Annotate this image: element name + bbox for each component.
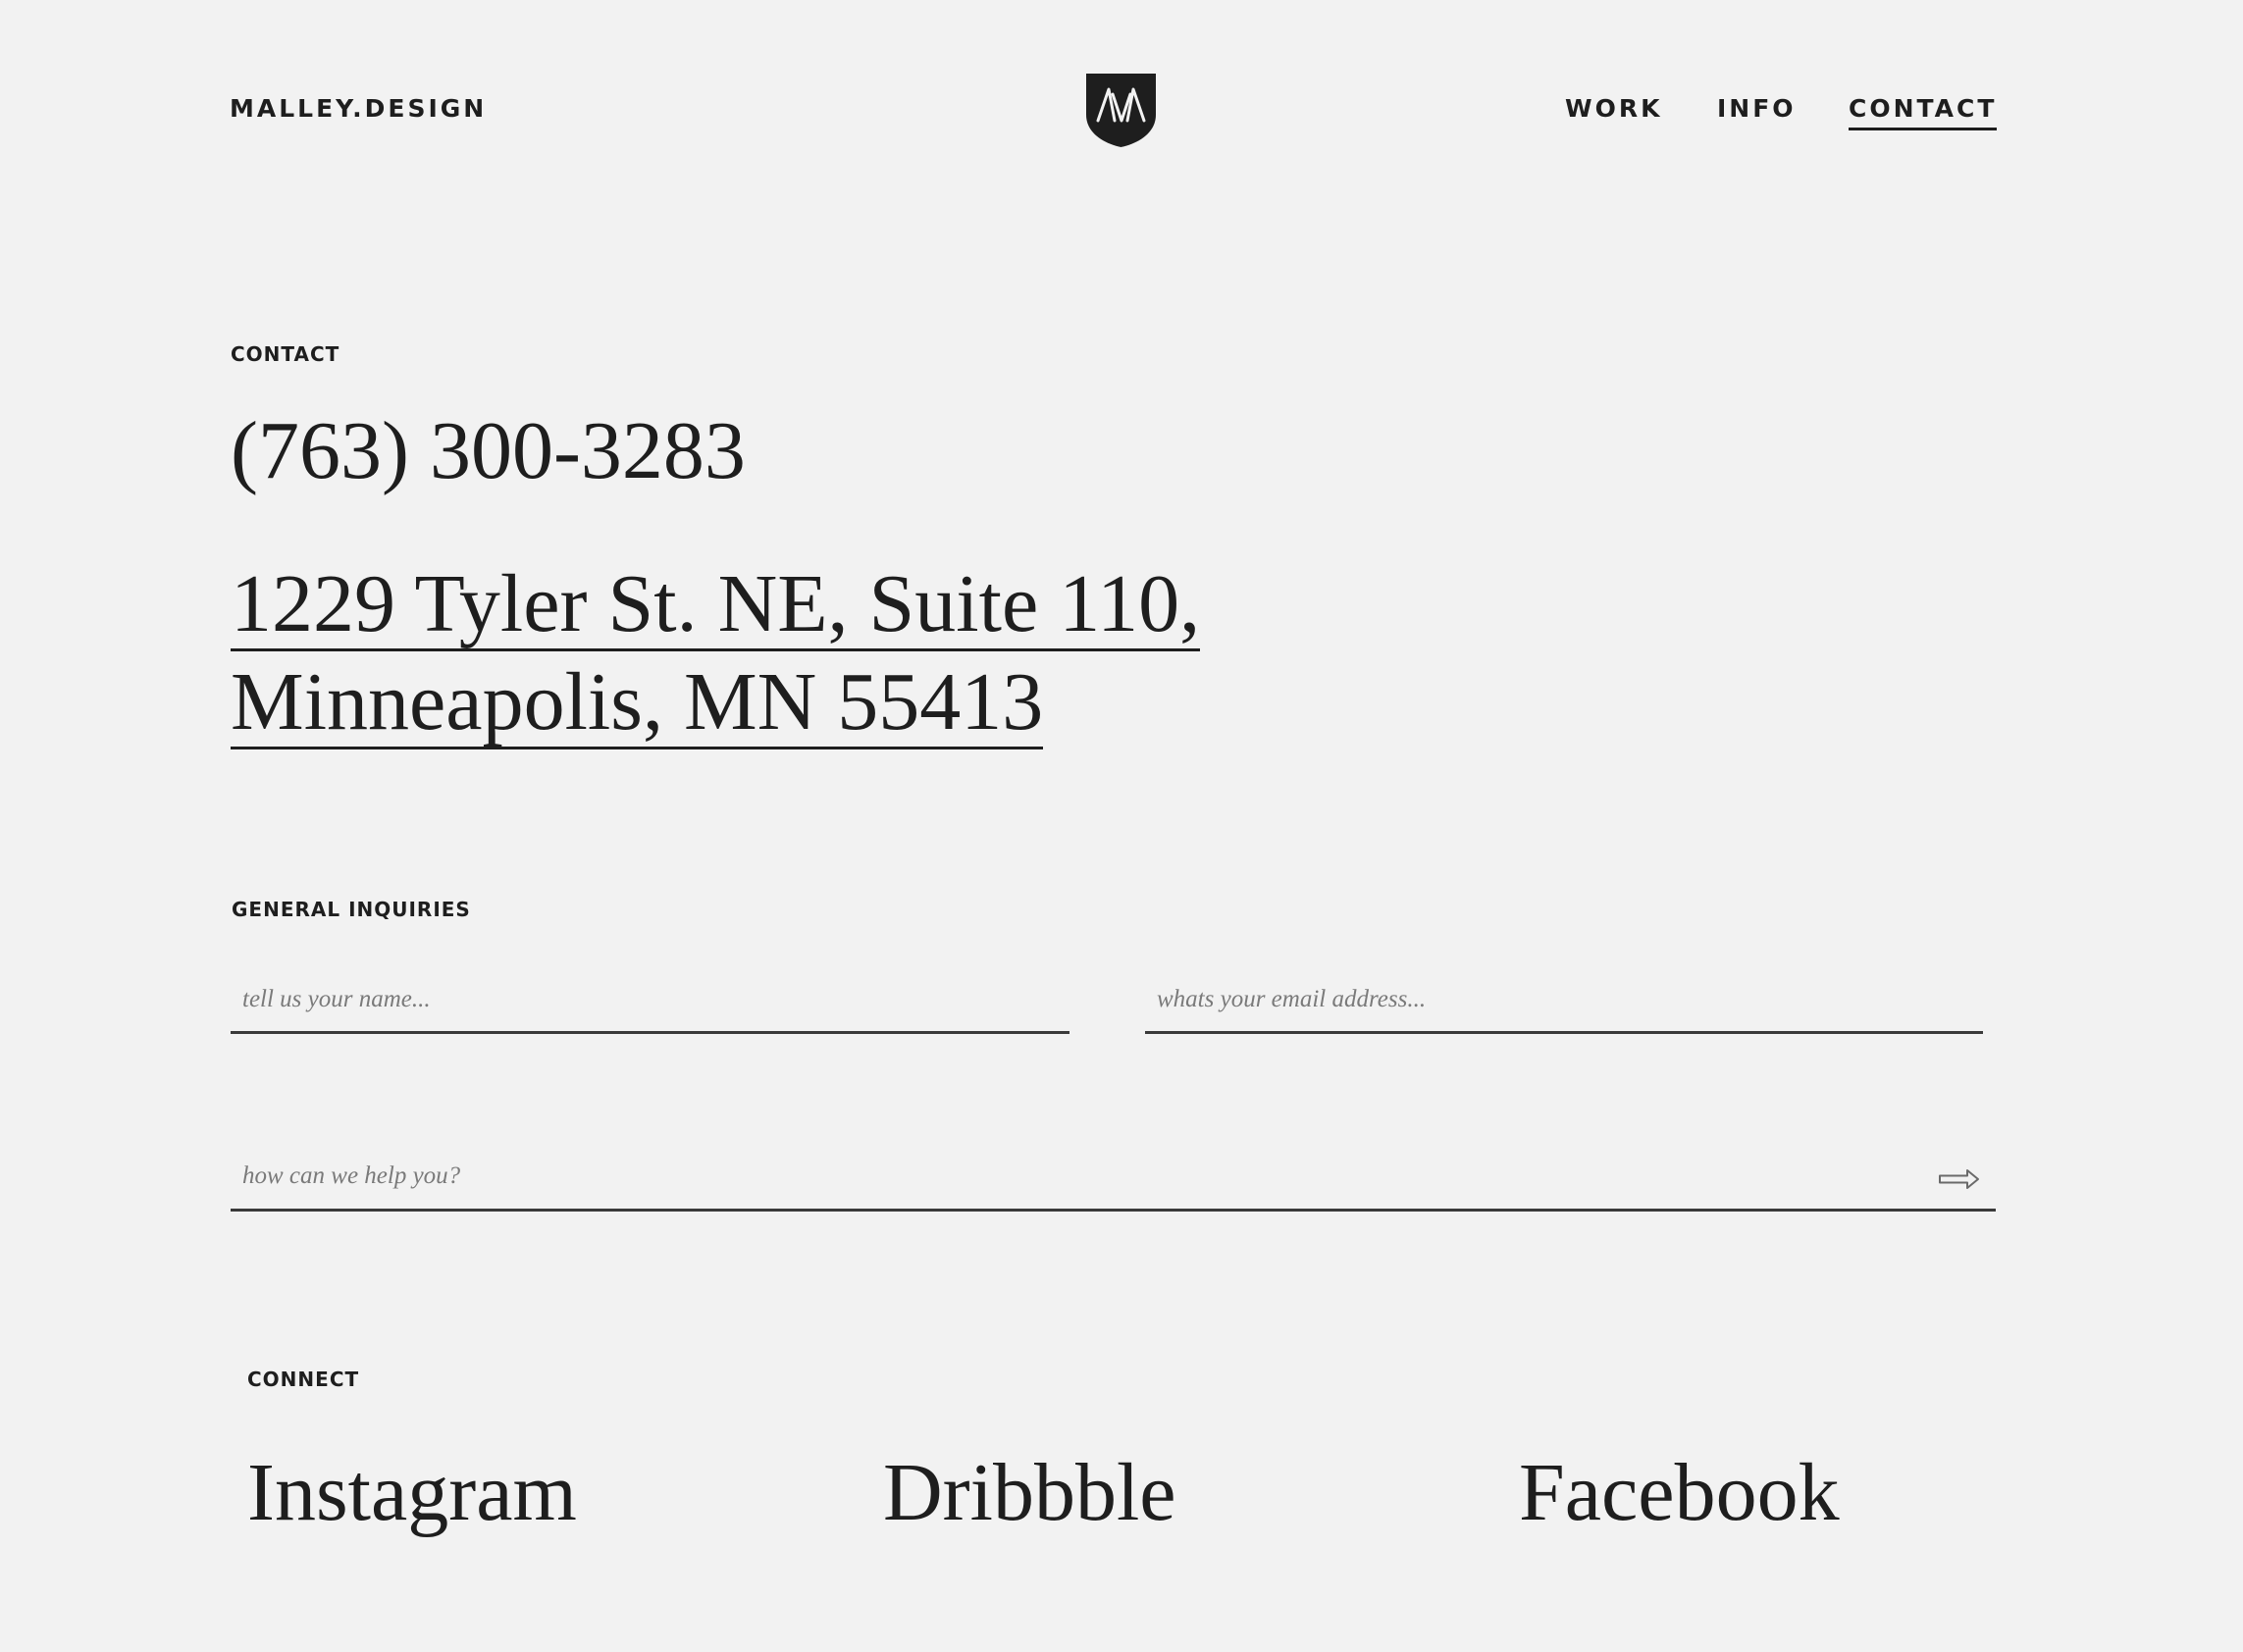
brand-logo-text[interactable]: MALLEY.DESIGN (230, 94, 487, 123)
phone-number-link[interactable]: (763) 300-3283 (231, 410, 746, 492)
address-line-2: Minneapolis, MN 55413 (231, 656, 1044, 749)
submit-button[interactable] (1938, 1167, 1981, 1191)
nav-work[interactable]: WORK (1565, 94, 1662, 123)
nav-contact[interactable]: CONTACT (1849, 94, 1998, 130)
inquiries-section-label: GENERAL INQUIRIES (232, 898, 471, 921)
message-input[interactable] (231, 1158, 1996, 1212)
address-line-1: 1229 Tyler St. NE, Suite 110, (231, 558, 1201, 651)
dribbble-link[interactable]: Dribbble (883, 1452, 1176, 1534)
facebook-link[interactable]: Facebook (1519, 1452, 1840, 1534)
instagram-link[interactable]: Instagram (247, 1452, 577, 1534)
shield-monogram-icon[interactable] (1084, 70, 1158, 148)
contact-section-label: CONTACT (231, 342, 340, 366)
address-link[interactable]: 1229 Tyler St. NE, Suite 110, Minneapoli… (231, 555, 1201, 751)
name-input[interactable] (231, 981, 1069, 1034)
arrow-right-icon (1939, 1169, 1979, 1189)
nav-info[interactable]: INFO (1717, 94, 1797, 123)
connect-section-label: CONNECT (247, 1368, 360, 1391)
email-input[interactable] (1145, 981, 1983, 1034)
